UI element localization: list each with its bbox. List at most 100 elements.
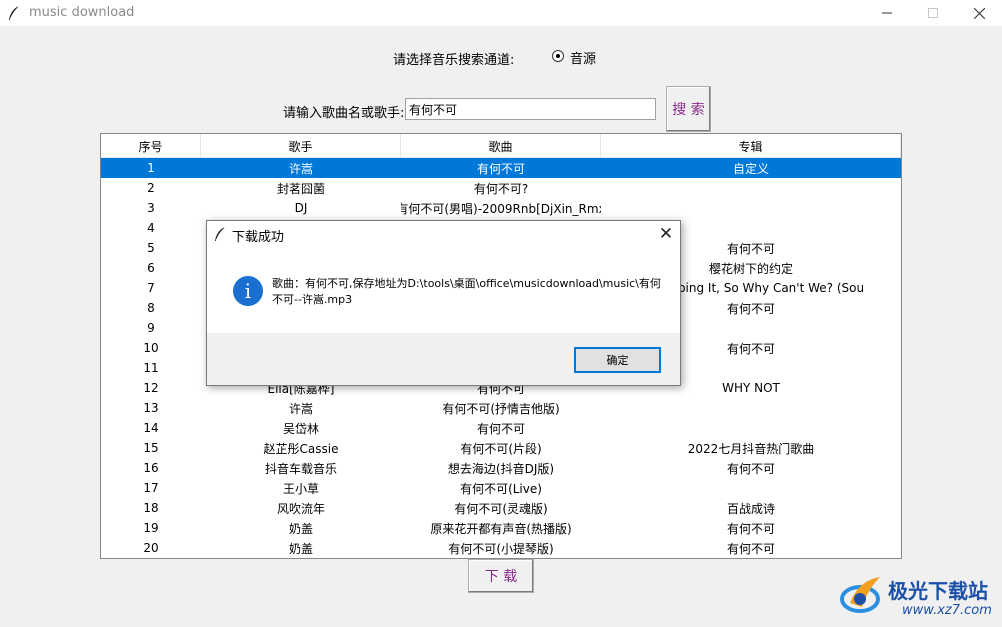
maximize-icon xyxy=(928,8,938,18)
cell-index: 6 xyxy=(147,261,155,275)
table-row[interactable]: 15 赵芷彤Cassie 有何不可(片段) 2022七月抖音热门歌曲 xyxy=(101,438,901,458)
cell-singer: 奶盖 xyxy=(288,521,313,536)
cell-singer: 封茗囧菌 xyxy=(276,181,325,196)
title-bar[interactable]: music download xyxy=(0,0,1002,26)
table-row[interactable]: 2 封茗囧菌 有何不可? xyxy=(101,178,901,198)
cell-album xyxy=(601,198,901,218)
channel-label: 请选择音乐搜索通道: xyxy=(393,53,515,68)
search-button[interactable]: 搜 索 xyxy=(666,86,711,132)
cell-song: 有何不可(男唱)-2009Rnb[DjXin_Rmx xyxy=(401,201,601,216)
feather-icon xyxy=(215,226,226,241)
cell-index: 1 xyxy=(147,161,155,175)
table-row[interactable]: 1 许嵩 有何不可 自定义 xyxy=(101,158,901,178)
cell-singer: 王小草 xyxy=(282,481,319,496)
cell-singer: 许嵩 xyxy=(288,161,313,176)
cell-album: 百战成诗 xyxy=(726,501,775,516)
cell-singer: 许嵩 xyxy=(288,401,313,416)
close-icon: ✕ xyxy=(658,224,674,244)
search-input[interactable] xyxy=(405,98,656,120)
ok-button[interactable]: 确定 xyxy=(574,347,661,373)
app-window: music download 请选择音乐搜索通道: 音源 请输入歌曲名或歌手: … xyxy=(0,0,1002,627)
dialog-message: 歌曲：有何不可,保存地址为D:\tools\桌面\office\musicdow… xyxy=(272,277,661,306)
cell-album xyxy=(601,478,901,498)
cell-song: 原来花开都有声音(热播版) xyxy=(430,521,572,536)
cell-index: 5 xyxy=(147,241,155,255)
maximize-button[interactable] xyxy=(910,0,956,26)
table-row[interactable]: 16 抖音车载音乐 想去海边(抖音DJ版) 有何不可 xyxy=(101,458,901,478)
cell-index: 10 xyxy=(143,341,159,355)
cell-song: 有何不可 xyxy=(476,421,525,436)
info-icon: i xyxy=(233,276,263,306)
cell-singer: 抖音车载音乐 xyxy=(264,461,337,476)
table-row[interactable]: 18 风吹流年 有何不可(灵魂版) 百战成诗 xyxy=(101,498,901,518)
watermark-url: www.xz7.com xyxy=(902,603,992,618)
close-icon xyxy=(973,7,985,19)
cell-index: 8 xyxy=(147,301,155,315)
cell-singer: 风吹流年 xyxy=(276,501,325,516)
cell-album xyxy=(601,398,901,418)
cell-album xyxy=(601,178,901,198)
download-success-dialog: 下载成功 ✕ i 歌曲：有何不可,保存地址为D:\tools\桌面\office… xyxy=(206,220,681,386)
watermark: 极光下载站 www.xz7.com xyxy=(840,573,992,623)
cell-album: 2022七月抖音热门歌曲 xyxy=(687,441,815,456)
cell-index: 7 xyxy=(147,281,155,295)
cell-album xyxy=(601,418,901,438)
cell-index: 14 xyxy=(143,421,159,435)
feather-icon xyxy=(9,5,20,20)
cell-album: 自定义 xyxy=(732,161,769,176)
table-row[interactable]: 14 吴岱林 有何不可 xyxy=(101,418,901,438)
channel-radio-source[interactable] xyxy=(552,50,564,62)
cell-song: 有何不可(灵魂版) xyxy=(454,501,548,516)
cell-song: 有何不可(小提琴版) xyxy=(448,541,554,556)
cell-index: 17 xyxy=(143,481,159,495)
cell-index: 12 xyxy=(143,381,159,395)
cell-index: 4 xyxy=(147,221,155,235)
column-header-index[interactable]: 序号 xyxy=(101,134,201,158)
table-row[interactable]: 20 奶盖 有何不可(小提琴版) 有何不可 xyxy=(101,538,901,558)
minimize-button[interactable] xyxy=(864,0,910,26)
cell-song: 有何不可(抒情吉他版) xyxy=(442,401,560,416)
cell-index: 15 xyxy=(143,441,159,455)
watermark-logo-icon xyxy=(840,577,880,613)
search-label: 请输入歌曲名或歌手: xyxy=(283,106,405,121)
close-button[interactable] xyxy=(956,0,1002,26)
cell-singer: 赵芷彤Cassie xyxy=(263,441,339,456)
table-row[interactable]: 19 奶盖 原来花开都有声音(热播版) 有何不可 xyxy=(101,518,901,538)
cell-singer: DJ xyxy=(294,201,308,215)
cell-index: 9 xyxy=(147,321,155,335)
column-header-singer[interactable]: 歌手 xyxy=(201,134,401,158)
column-header-song[interactable]: 歌曲 xyxy=(401,134,601,158)
column-header-album[interactable]: 专辑 xyxy=(601,134,901,158)
cell-album: 有何不可 xyxy=(726,521,775,536)
table-row[interactable]: 13 许嵩 有何不可(抒情吉他版) xyxy=(101,398,901,418)
cell-index: 2 xyxy=(147,181,155,195)
cell-album: 有何不可 xyxy=(726,541,775,556)
cell-singer: 奶盖 xyxy=(288,541,313,556)
table-header: 序号 歌手 歌曲 专辑 xyxy=(101,134,901,158)
download-button[interactable]: 下 载 xyxy=(468,559,534,593)
cell-index: 19 xyxy=(143,521,159,535)
minimize-icon xyxy=(882,12,892,14)
dialog-title: 下载成功 xyxy=(232,230,285,245)
cell-index: 18 xyxy=(143,501,159,515)
cell-singer: 吴岱林 xyxy=(282,421,319,436)
cell-index: 13 xyxy=(143,401,159,415)
cell-album: 有何不可 xyxy=(726,461,775,476)
dialog-footer: 确定 xyxy=(207,333,680,385)
cell-index: 16 xyxy=(143,461,159,475)
table-row[interactable]: 3 DJ 有何不可(男唱)-2009Rnb[DjXin_Rmx xyxy=(101,198,901,218)
cell-song: 想去海边(抖音DJ版) xyxy=(447,461,555,476)
dialog-close-button[interactable]: ✕ xyxy=(655,223,677,245)
cell-index: 3 xyxy=(147,201,155,215)
watermark-text: 极光下载站 xyxy=(888,579,988,603)
cell-song: 有何不可(片段) xyxy=(460,441,542,456)
cell-index: 11 xyxy=(143,361,159,375)
table-row[interactable]: 17 王小草 有何不可(Live) xyxy=(101,478,901,498)
window-title: music download xyxy=(29,5,135,20)
cell-song: 有何不可? xyxy=(473,181,529,196)
dialog-title-bar[interactable]: 下载成功 ✕ xyxy=(207,221,680,247)
cell-song: 有何不可(Live) xyxy=(460,481,542,496)
cell-index: 20 xyxy=(143,541,159,555)
channel-radio-label[interactable]: 音源 xyxy=(570,48,596,67)
cell-song: 有何不可 xyxy=(476,161,525,176)
